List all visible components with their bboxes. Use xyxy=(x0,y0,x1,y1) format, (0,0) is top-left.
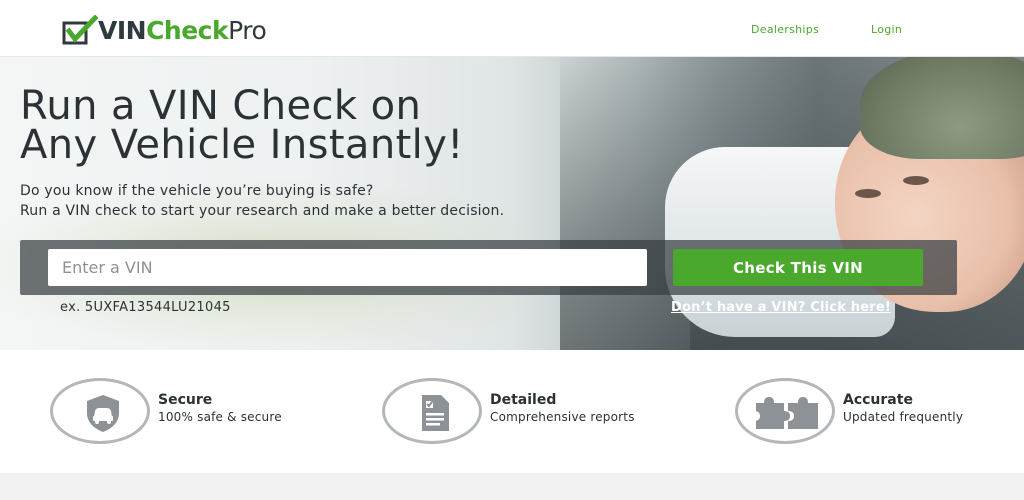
puzzle-piece-icon xyxy=(756,397,818,429)
hero-title-line2: Any Vehicle Instantly! xyxy=(20,122,464,168)
feature-description: Updated frequently xyxy=(843,410,964,424)
site-header: VINCheckPro Dealerships Login xyxy=(0,0,1024,57)
child-eye-image xyxy=(903,176,929,185)
vin-example-text: ex. 5UXFA13544LU21045 xyxy=(60,300,231,315)
check-vin-button[interactable]: Check This VIN xyxy=(673,249,923,286)
hero-title: Run a VIN Check on Any Vehicle Instantly… xyxy=(20,83,640,168)
logo[interactable]: VINCheckPro xyxy=(62,14,267,48)
hero-subtitle-line2: Run a VIN check to start your research a… xyxy=(20,203,505,219)
child-eye-image xyxy=(855,189,881,198)
nav-dealerships-link[interactable]: Dealerships xyxy=(751,23,819,36)
nav-login-link[interactable]: Login xyxy=(871,23,902,36)
features-section: Secure 100% safe & secure Detailed Compr… xyxy=(0,350,1024,473)
feature-title: Detailed xyxy=(490,392,557,408)
logo-wordmark: VINCheckPro xyxy=(98,16,267,45)
report-document-icon xyxy=(422,395,449,431)
feature-icon-circle xyxy=(50,378,150,444)
hero-title-line1: Run a VIN Check on xyxy=(20,83,422,129)
feature-icon-circle xyxy=(382,378,482,444)
feature-description: Comprehensive reports xyxy=(490,410,635,424)
hero-section: Run a VIN Check on Any Vehicle Instantly… xyxy=(0,57,1024,350)
vin-input[interactable] xyxy=(48,249,647,286)
hero-subtitle: Do you know if the vehicle you’re buying… xyxy=(20,181,504,221)
page-footer-strip xyxy=(0,473,1024,500)
feature-icon-circle xyxy=(735,378,835,444)
feature-title: Accurate xyxy=(843,392,913,408)
feature-description: 100% safe & secure xyxy=(158,410,282,424)
secure-car-shield-icon xyxy=(87,395,119,432)
child-hat-image xyxy=(860,57,1024,159)
hero-subtitle-line1: Do you know if the vehicle you’re buying… xyxy=(20,183,374,199)
feature-title: Secure xyxy=(158,392,213,408)
checkmark-logo-icon xyxy=(62,14,99,47)
no-vin-link[interactable]: Don’t have a VIN? Click here! xyxy=(671,300,891,315)
